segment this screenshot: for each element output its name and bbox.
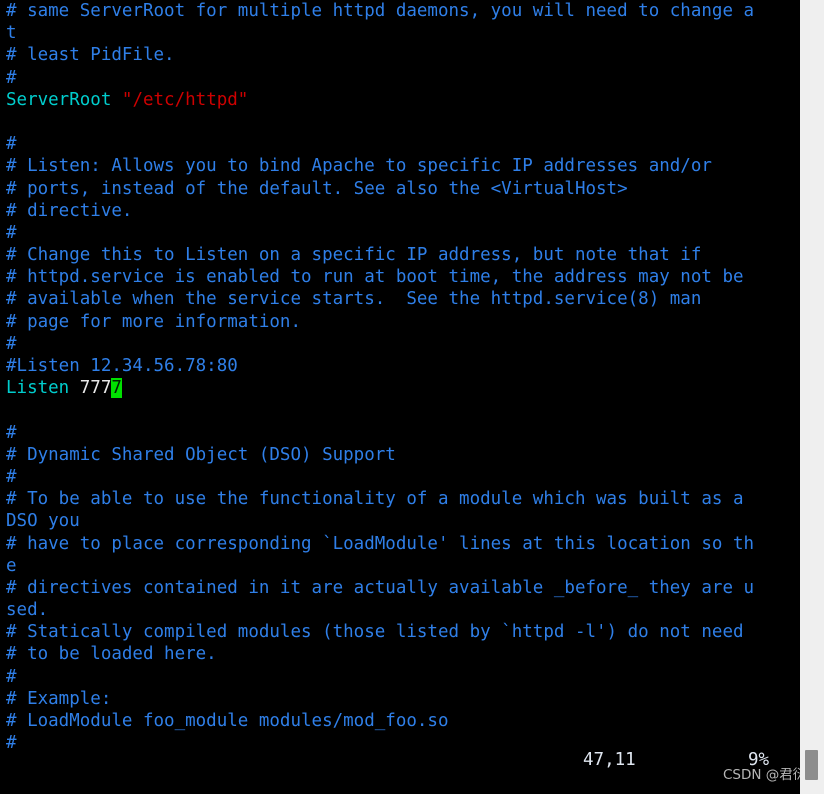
terminal-screen: # same ServerRoot for multiple httpd dae… <box>0 0 824 794</box>
code-line: # <box>6 134 17 155</box>
code-line: # Statically compiled modules (those lis… <box>6 622 744 643</box>
code-line: # to be loaded here. <box>6 644 217 665</box>
code-line: # Dynamic Shared Object (DSO) Support <box>6 444 396 465</box>
scrollbar-thumb[interactable] <box>805 750 818 780</box>
code-line: # httpd.service is enabled to run at boo… <box>6 267 744 288</box>
cursor-position-ruler: 47,11 <box>583 750 636 770</box>
code-line: # To be able to use the functionality of… <box>6 489 744 510</box>
vim-editor-pane[interactable]: # same ServerRoot for multiple httpd dae… <box>0 0 811 794</box>
text-cursor: 7 <box>111 378 122 399</box>
code-line: # <box>6 466 17 487</box>
csdn-watermark: CSDN @君衍․ <box>723 767 811 783</box>
code-line-listen-commented: #Listen 12.34.56.78:80 <box>6 356 238 376</box>
code-line: # LoadModule foo_module modules/mod_foo.… <box>6 711 449 731</box>
code-line: # <box>6 666 17 687</box>
code-line: # same ServerRoot for multiple httpd dae… <box>6 1 755 21</box>
listen-port-value: 777 <box>79 378 112 399</box>
code-line: # Listen: Allows you to bind Apache to s… <box>6 156 712 177</box>
code-line: # <box>6 222 17 243</box>
code-line: # page for more information. <box>6 311 302 332</box>
directive-serverroot: ServerRoot <box>6 89 112 110</box>
code-line: sed. <box>6 600 49 621</box>
directive-listen: Listen <box>6 378 70 399</box>
code-line: # directives contained in it are actuall… <box>6 577 755 598</box>
code-line-serverroot: ServerRoot "/etc/httpd" <box>6 89 796 111</box>
code-line: e <box>6 555 17 576</box>
code-line: # directive. <box>6 200 133 221</box>
code-line: # Change this to Listen on a specific IP… <box>6 245 702 266</box>
code-line-listen: Listen 7777 <box>6 377 796 399</box>
vim-status-line: 47,11 9% <box>0 748 800 772</box>
code-line: # <box>6 422 17 443</box>
code-line: # Example: <box>6 688 112 709</box>
code-line: # least PidFile. <box>6 45 175 66</box>
code-line: t <box>6 23 17 44</box>
code-line: # ports, instead of the default. See als… <box>6 178 628 199</box>
vim-text-buffer[interactable]: # same ServerRoot for multiple httpd dae… <box>6 0 796 754</box>
page-scrollbar[interactable] <box>800 0 824 794</box>
code-line: DSO you <box>6 511 80 532</box>
code-line: # available when the service starts. See… <box>6 289 702 310</box>
code-line: # <box>6 67 17 88</box>
code-line: # <box>6 333 17 354</box>
serverroot-path-value: "/etc/httpd" <box>121 89 249 110</box>
code-line: # have to place corresponding `LoadModul… <box>6 533 755 554</box>
